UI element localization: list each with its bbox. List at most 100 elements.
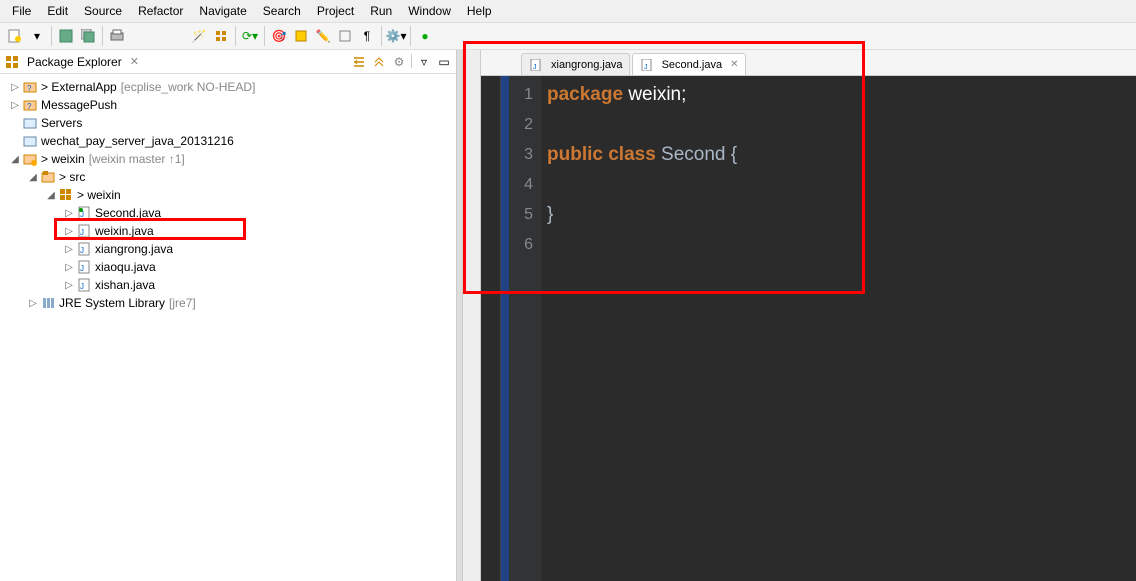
svg-text:J: J xyxy=(80,246,84,255)
separator xyxy=(411,54,412,68)
library-icon xyxy=(40,295,56,311)
separator xyxy=(235,26,236,46)
tree-label: wechat_pay_server_java_20131216 xyxy=(41,134,234,148)
package-explorer-title: Package Explorer xyxy=(27,55,122,69)
expand-icon[interactable]: ▷ xyxy=(62,226,76,237)
tree-item-messagepush[interactable]: ▷ ? MessagePush xyxy=(0,96,456,114)
print-button[interactable] xyxy=(107,26,127,46)
tree-item-externalapp[interactable]: ▷ ? > ExternalApp [ecplise_work NO-HEAD] xyxy=(0,78,456,96)
package-icon[interactable] xyxy=(211,26,231,46)
project-icon: ? xyxy=(22,97,38,113)
block-icon[interactable] xyxy=(335,26,355,46)
filter-icon[interactable]: ⚙ xyxy=(391,54,407,70)
tab-label: Second.java xyxy=(662,59,723,71)
tree: ▷ ? > ExternalApp [ecplise_work NO-HEAD]… xyxy=(0,74,456,316)
link-icon[interactable] xyxy=(371,54,387,70)
tree-suffix: [weixin master ↑1] xyxy=(89,152,185,166)
expand-icon[interactable]: ▷ xyxy=(26,298,40,309)
change-ruler xyxy=(501,76,509,581)
collapse-icon[interactable]: ◢ xyxy=(44,190,58,201)
tree-suffix: [jre7] xyxy=(169,296,196,310)
tree-label: xishan.java xyxy=(95,278,155,292)
para-icon[interactable]: ¶ xyxy=(357,26,377,46)
line-number: 1 xyxy=(509,80,533,110)
menu-navigate[interactable]: Navigate xyxy=(191,2,254,20)
target-icon[interactable]: 🎯 xyxy=(269,26,289,46)
save-all-button[interactable] xyxy=(78,26,98,46)
java-file-icon: J xyxy=(76,223,92,239)
save-button[interactable] xyxy=(56,26,76,46)
tree-label: > weixin xyxy=(41,152,85,166)
collapse-icon[interactable]: ◢ xyxy=(8,154,22,165)
expand-icon[interactable]: ▷ xyxy=(8,100,22,111)
tree-item-weixin[interactable]: ◢ > weixin [weixin master ↑1] xyxy=(0,150,456,168)
editor-tabs: J xiangrong.java J Second.java ✕ xyxy=(481,50,1136,76)
expand-icon[interactable]: ▷ xyxy=(8,82,22,93)
tree-item-pkg-weixin[interactable]: ◢ > weixin xyxy=(0,186,456,204)
tree-item-jre[interactable]: ▷ JRE System Library [jre7] xyxy=(0,294,456,312)
gear-icon[interactable]: ⚙️▾ xyxy=(386,26,406,46)
tab-xiangrong[interactable]: J xiangrong.java xyxy=(521,53,630,75)
menu-run[interactable]: Run xyxy=(362,2,400,20)
menu-source[interactable]: Source xyxy=(76,2,130,20)
tree-label: JRE System Library xyxy=(59,296,165,310)
menu-file[interactable]: File xyxy=(4,2,39,20)
line-number: 6 xyxy=(509,230,533,260)
tree-item-servers[interactable]: Servers xyxy=(0,114,456,132)
separator xyxy=(381,26,382,46)
expand-icon[interactable]: ▷ xyxy=(62,280,76,291)
expand-icon[interactable]: ▷ xyxy=(62,208,76,219)
mark-icon[interactable]: ✏️ xyxy=(313,26,333,46)
menu-refactor[interactable]: Refactor xyxy=(130,2,191,20)
class-name: Second xyxy=(656,144,731,165)
menu-edit[interactable]: Edit xyxy=(39,2,76,20)
tree-item-second-java[interactable]: ▷ J Second.java xyxy=(0,204,456,222)
marker-ruler[interactable] xyxy=(481,76,501,581)
code-content[interactable]: package weixin; public class Second { } xyxy=(541,76,1136,581)
project-icon: ? xyxy=(22,79,38,95)
tree-item-xiangrong-java[interactable]: ▷ J xiangrong.java xyxy=(0,240,456,258)
line-number: 4 xyxy=(509,170,533,200)
tree-item-xishan-java[interactable]: ▷ J xishan.java xyxy=(0,276,456,294)
wand-icon[interactable]: 🪄 xyxy=(189,26,209,46)
expand-icon[interactable]: ▷ xyxy=(62,262,76,273)
new-button[interactable] xyxy=(5,26,25,46)
collapse-icon[interactable]: ◢ xyxy=(26,172,40,183)
svg-text:?: ? xyxy=(27,84,32,93)
java-file-icon: J xyxy=(528,57,544,73)
minimize-icon[interactable]: ▭ xyxy=(436,54,452,70)
close-icon[interactable]: ✕ xyxy=(130,55,139,68)
tree-label: Servers xyxy=(41,116,82,130)
java-file-icon: J xyxy=(76,205,92,221)
tree-item-weixin-java[interactable]: ▷ J weixin.java xyxy=(0,222,456,240)
tree-label: MessagePush xyxy=(41,98,117,112)
tree-item-xiaoqu-java[interactable]: ▷ J xiaoqu.java xyxy=(0,258,456,276)
line-number: 3 xyxy=(509,140,533,170)
tree-item-wechat[interactable]: wechat_pay_server_java_20131216 xyxy=(0,132,456,150)
collapse-icon[interactable] xyxy=(351,54,367,70)
run-icon[interactable]: ● xyxy=(415,26,435,46)
source-folder-icon xyxy=(40,169,56,185)
tree-label: > src xyxy=(59,170,85,184)
highlight-icon[interactable] xyxy=(291,26,311,46)
tree-label: weixin.java xyxy=(95,224,154,238)
separator xyxy=(410,26,411,46)
line-gutter[interactable]: 1 2 3 4 5 6 xyxy=(509,76,541,581)
menu-project[interactable]: Project xyxy=(309,2,362,20)
outline-strip[interactable] xyxy=(462,50,481,581)
tree-item-src[interactable]: ◢ > src xyxy=(0,168,456,186)
menu-help[interactable]: Help xyxy=(459,2,500,20)
menu-window[interactable]: Window xyxy=(400,2,459,20)
svg-text:?: ? xyxy=(27,102,32,111)
tab-second[interactable]: J Second.java ✕ xyxy=(632,53,746,75)
expand-icon[interactable]: ▷ xyxy=(62,244,76,255)
code-area[interactable]: 1 2 3 4 5 6 package weixin; public class… xyxy=(481,76,1136,581)
close-icon[interactable]: ✕ xyxy=(730,59,738,70)
dropdown-icon[interactable]: ▾ xyxy=(27,26,47,46)
refresh-icon[interactable]: ⟳▾ xyxy=(240,26,260,46)
package-icon xyxy=(58,187,74,203)
menu-search[interactable]: Search xyxy=(255,2,309,20)
tree-suffix: [ecplise_work NO-HEAD] xyxy=(121,80,256,94)
brace: } xyxy=(547,204,553,225)
view-menu-icon[interactable]: ▿ xyxy=(416,54,432,70)
